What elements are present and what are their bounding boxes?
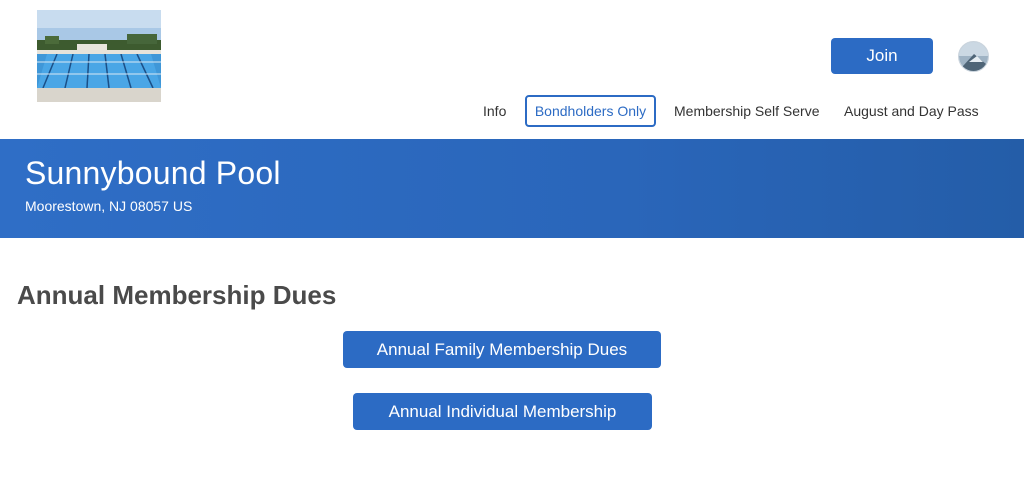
user-avatar-icon	[959, 42, 988, 71]
club-logo-image[interactable]	[37, 10, 161, 102]
club-banner: Sunnybound Pool Moorestown, NJ 08057 US	[0, 139, 1024, 238]
pool-photo-icon	[37, 10, 161, 102]
main-nav: Info Bondholders Only Membership Self Se…	[0, 95, 1024, 127]
nav-item-membership-self-serve[interactable]: Membership Self Serve	[674, 95, 820, 127]
page-title: Sunnybound Pool	[25, 155, 281, 191]
join-button[interactable]: Join	[831, 38, 933, 74]
nav-item-bondholders-only[interactable]: Bondholders Only	[525, 95, 656, 127]
nav-item-august-and-day-pass[interactable]: August and Day Pass	[844, 95, 979, 127]
section-title: Annual Membership Dues	[17, 280, 337, 310]
annual-family-membership-dues-button[interactable]: Annual Family Membership Dues	[343, 331, 661, 368]
annual-individual-membership-button[interactable]: Annual Individual Membership	[353, 393, 652, 430]
nav-item-info[interactable]: Info	[483, 95, 506, 127]
avatar[interactable]	[958, 41, 989, 72]
club-address: Moorestown, NJ 08057 US	[25, 198, 193, 214]
